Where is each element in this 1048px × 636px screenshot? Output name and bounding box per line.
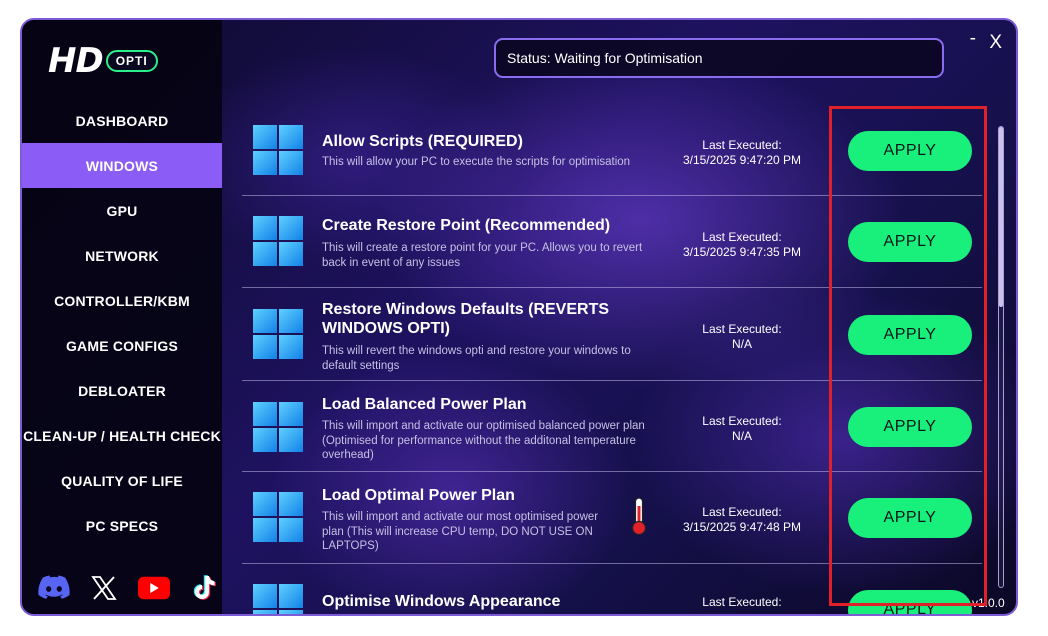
sidebar-item-gpu[interactable]: GPU bbox=[22, 188, 222, 233]
tweak-row: Allow Scripts (REQUIRED) This will allow… bbox=[242, 104, 982, 196]
tweak-description: This will import and activate our optimi… bbox=[322, 420, 645, 461]
close-button[interactable]: X bbox=[989, 32, 1002, 54]
app-logo: HD OPTI bbox=[48, 44, 158, 78]
scrollbar[interactable] bbox=[998, 126, 1004, 588]
last-executed-label: Last Executed: bbox=[702, 595, 782, 609]
tweak-title: Optimise Windows Appearance bbox=[322, 593, 561, 610]
status-bar: Status: Waiting for Optimisation bbox=[494, 38, 944, 78]
windows-icon bbox=[253, 584, 303, 614]
last-executed: Last Executed: 3/15/2025 9:47:48 PM bbox=[662, 505, 822, 535]
tweak-description: This will create a restore point for you… bbox=[322, 242, 643, 269]
apply-button[interactable]: APPLY bbox=[848, 315, 972, 355]
last-executed-label: Last Executed: bbox=[702, 138, 782, 152]
tweak-title: Restore Windows Defaults (REVERTS WINDOW… bbox=[322, 301, 610, 337]
youtube-icon[interactable] bbox=[138, 572, 170, 604]
sidebar-item-debloater[interactable]: DEBLOATER bbox=[22, 368, 222, 413]
minimize-button[interactable]: - bbox=[970, 28, 976, 50]
logo-hd-text: HD bbox=[48, 41, 104, 81]
tweak-row: Load Optimal Power Plan This will import… bbox=[242, 472, 982, 564]
tweak-description: This will import and activate our most o… bbox=[322, 511, 599, 552]
last-executed-label: Last Executed: bbox=[702, 414, 782, 428]
sidebar-item-pc-specs[interactable]: PC SPECS bbox=[22, 503, 222, 548]
discord-icon[interactable] bbox=[38, 572, 70, 604]
last-executed-label: Last Executed: bbox=[702, 505, 782, 519]
sidebar-item-windows[interactable]: WINDOWS bbox=[22, 143, 222, 188]
app-window: HD OPTI DASHBOARD WINDOWS GPU NETWORK CO… bbox=[20, 18, 1018, 616]
apply-button[interactable]: APPLY bbox=[848, 131, 972, 171]
last-executed-value: 3/15/2025 9:47:48 PM bbox=[682, 520, 802, 534]
last-executed: Last Executed: 3/15/2025 9:47:35 PM bbox=[662, 230, 822, 260]
tweak-title: Create Restore Point (Recommended) bbox=[322, 217, 611, 234]
sidebar-item-dashboard[interactable]: DASHBOARD bbox=[22, 98, 222, 143]
scrollbar-thumb[interactable] bbox=[999, 127, 1003, 307]
tweak-title: Load Optimal Power Plan bbox=[322, 487, 515, 504]
x-icon[interactable] bbox=[88, 572, 120, 604]
last-executed-label: Last Executed: bbox=[702, 230, 782, 244]
tiktok-icon[interactable] bbox=[188, 572, 220, 604]
social-links bbox=[38, 572, 220, 604]
windows-icon bbox=[253, 492, 303, 542]
sidebar-item-quality-of-life[interactable]: QUALITY OF LIFE bbox=[22, 458, 222, 503]
sidebar-item-game-configs[interactable]: GAME CONFIGS bbox=[22, 323, 222, 368]
tweak-row: Restore Windows Defaults (REVERTS WINDOW… bbox=[242, 288, 982, 381]
sidebar-item-cleanup-health-check[interactable]: CLEAN-UP / HEALTH CHECK bbox=[22, 413, 222, 458]
tweak-row: Load Balanced Power Plan This will impor… bbox=[242, 381, 982, 472]
tweak-row: Optimise Windows Appearance Last Execute… bbox=[242, 564, 982, 614]
last-executed-value: N/A bbox=[731, 337, 752, 351]
windows-icon bbox=[253, 309, 303, 359]
logo-opti-badge: OPTI bbox=[105, 50, 158, 72]
apply-button[interactable]: APPLY bbox=[848, 590, 972, 614]
sidebar-item-controller-kbm[interactable]: CONTROLLER/KBM bbox=[22, 278, 222, 323]
last-executed: Last Executed: 3/15/2025 9:47:20 PM bbox=[662, 138, 822, 168]
sidebar-item-network[interactable]: NETWORK bbox=[22, 233, 222, 278]
last-executed-value: 3/15/2025 9:47:20 PM bbox=[682, 153, 802, 167]
tweak-description: This will revert the windows opti and re… bbox=[322, 345, 631, 372]
last-executed: Last Executed: N/A bbox=[662, 322, 822, 352]
thermometer-icon bbox=[630, 496, 648, 541]
windows-icon bbox=[253, 125, 303, 175]
apply-button[interactable]: APPLY bbox=[848, 407, 972, 447]
sidebar: HD OPTI DASHBOARD WINDOWS GPU NETWORK CO… bbox=[22, 20, 222, 614]
windows-icon bbox=[253, 402, 303, 452]
last-executed-value: 3/15/2025 9:47:35 PM bbox=[682, 245, 802, 259]
windows-icon bbox=[253, 216, 303, 266]
apply-button[interactable]: APPLY bbox=[848, 498, 972, 538]
tweak-title: Allow Scripts (REQUIRED) bbox=[322, 133, 523, 150]
last-executed: Last Executed: bbox=[662, 595, 822, 610]
tweak-title: Load Balanced Power Plan bbox=[322, 396, 527, 413]
last-executed: Last Executed: N/A bbox=[662, 414, 822, 444]
last-executed-label: Last Executed: bbox=[702, 322, 782, 336]
apply-button[interactable]: APPLY bbox=[848, 222, 972, 262]
last-executed-value: N/A bbox=[731, 429, 752, 443]
version-label: v1.0.0 bbox=[972, 596, 1005, 610]
tweak-description: This will allow your PC to execute the s… bbox=[322, 156, 631, 168]
sidebar-nav: DASHBOARD WINDOWS GPU NETWORK CONTROLLER… bbox=[22, 98, 222, 548]
tweak-row: Create Restore Point (Recommended) This … bbox=[242, 196, 982, 288]
